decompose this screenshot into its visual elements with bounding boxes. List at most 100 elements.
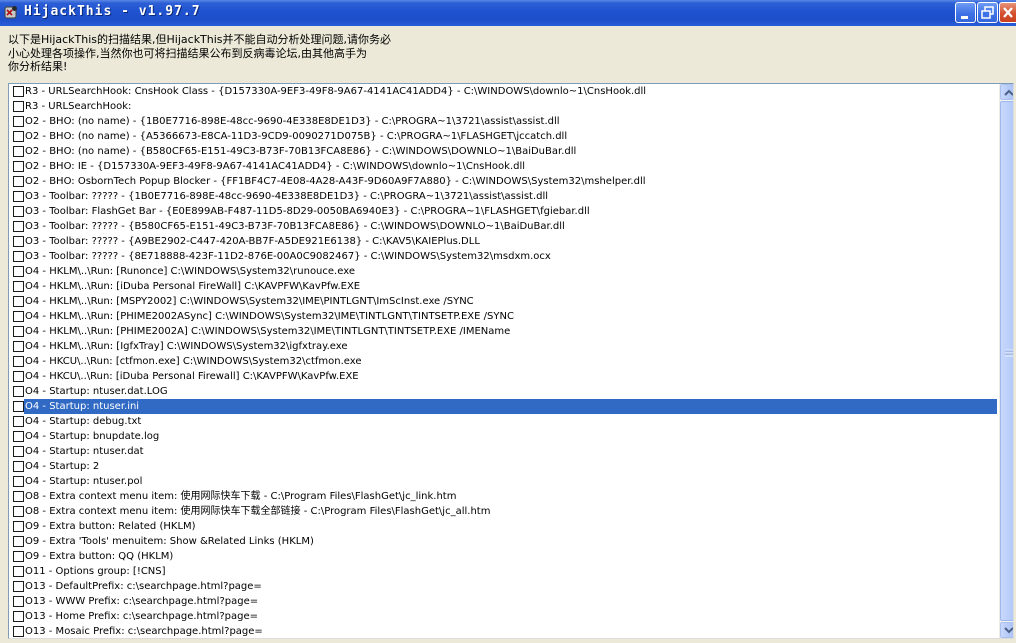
list-item[interactable]: O4 - HKLM\..\Run: [IgfxTray] C:\WINDOWS\… xyxy=(9,339,997,354)
item-label: O2 - BHO: (no name) - {A5366673-E8CA-11D… xyxy=(25,131,568,142)
item-checkbox[interactable] xyxy=(13,191,24,202)
list-item[interactable]: O11 - Options group: [!CNS] xyxy=(9,564,997,579)
item-checkbox[interactable] xyxy=(13,116,24,127)
item-checkbox[interactable] xyxy=(13,431,24,442)
list-item[interactable]: O3 - Toolbar: ????? - {A9BE2902-C447-420… xyxy=(9,234,997,249)
item-checkbox[interactable] xyxy=(13,386,24,397)
scroll-down-button[interactable] xyxy=(1000,622,1013,638)
item-checkbox[interactable] xyxy=(13,176,24,187)
list-item[interactable]: O4 - HKLM\..\Run: [PHIME2002ASync] C:\WI… xyxy=(9,309,997,324)
scroll-up-button[interactable] xyxy=(1000,84,1013,100)
list-item[interactable]: O8 - Extra context menu item: 使用网际快车下载全部… xyxy=(9,504,997,519)
item-label: O4 - HKLM\..\Run: [Runonce] C:\WINDOWS\S… xyxy=(25,266,355,277)
scroll-grip-icon xyxy=(1005,349,1013,357)
item-checkbox[interactable] xyxy=(13,206,24,217)
list-item[interactable]: O13 - Home Prefix: c:\searchpage.html?pa… xyxy=(9,609,997,624)
item-checkbox[interactable] xyxy=(13,566,24,577)
scroll-thumb[interactable] xyxy=(1000,101,1013,621)
list-item[interactable]: O4 - HKLM\..\Run: [iDuba Personal FireWa… xyxy=(9,279,997,294)
item-checkbox[interactable] xyxy=(13,341,24,352)
item-label: R3 - URLSearchHook: xyxy=(25,101,132,112)
list-item[interactable]: O13 - Mosaic Prefix: c:\searchpage.html?… xyxy=(9,624,997,638)
list-item[interactable]: O4 - HKCU\..\Run: [ctfmon.exe] C:\WINDOW… xyxy=(9,354,997,369)
item-checkbox[interactable] xyxy=(13,626,24,637)
vertical-scrollbar[interactable] xyxy=(999,84,1013,638)
item-checkbox[interactable] xyxy=(13,266,24,277)
item-label: O11 - Options group: [!CNS] xyxy=(25,566,166,577)
item-checkbox[interactable] xyxy=(13,86,24,97)
list-item[interactable]: O4 - HKLM\..\Run: [Runonce] C:\WINDOWS\S… xyxy=(9,264,997,279)
item-checkbox[interactable] xyxy=(13,446,24,457)
item-checkbox[interactable] xyxy=(13,461,24,472)
close-icon xyxy=(1003,7,1013,18)
list-item[interactable]: O9 - Extra button: QQ (HKLM) xyxy=(9,549,997,564)
item-checkbox[interactable] xyxy=(13,251,24,262)
item-label: O13 - Home Prefix: c:\searchpage.html?pa… xyxy=(25,611,258,622)
item-checkbox[interactable] xyxy=(13,131,24,142)
item-label: O8 - Extra context menu item: 使用网际快车下载 -… xyxy=(25,491,457,502)
item-checkbox[interactable] xyxy=(13,521,24,532)
list-item[interactable]: O2 - BHO: (no name) - {A5366673-E8CA-11D… xyxy=(9,129,997,144)
list-item[interactable]: R3 - URLSearchHook: CnsHook Class - {D15… xyxy=(9,84,997,99)
item-checkbox[interactable] xyxy=(13,161,24,172)
item-checkbox[interactable] xyxy=(13,236,24,247)
item-checkbox[interactable] xyxy=(13,506,24,517)
item-label: R3 - URLSearchHook: CnsHook Class - {D15… xyxy=(25,86,647,97)
list-item[interactable]: O2 - BHO: IE - {D157330A-9EF3-49F8-9A67-… xyxy=(9,159,997,174)
title-bar[interactable]: HijackThis - v1.97.7 xyxy=(0,0,1016,26)
item-checkbox[interactable] xyxy=(13,146,24,157)
list-item[interactable]: O9 - Extra button: Related (HKLM) xyxy=(9,519,997,534)
list-item[interactable]: O4 - HKCU\..\Run: [iDuba Personal Firewa… xyxy=(9,369,997,384)
list-item[interactable]: O4 - Startup: 2 xyxy=(9,459,997,474)
item-checkbox[interactable] xyxy=(13,281,24,292)
restore-button[interactable] xyxy=(977,2,998,23)
list-item[interactable]: O4 - Startup: bnupdate.log xyxy=(9,429,997,444)
list-item[interactable]: O4 - Startup: ntuser.pol xyxy=(9,474,997,489)
list-item[interactable]: O4 - Startup: debug.txt xyxy=(9,414,997,429)
scan-results-list[interactable]: R3 - URLSearchHook: CnsHook Class - {D15… xyxy=(8,83,1014,639)
list-item[interactable]: O3 - Toolbar: ????? - {1B0E7716-898E-48c… xyxy=(9,189,997,204)
list-item[interactable]: O4 - HKLM\..\Run: [PHIME2002A] C:\WINDOW… xyxy=(9,324,997,339)
list-item[interactable]: O2 - BHO: (no name) - {B580CF65-E151-49C… xyxy=(9,144,997,159)
list-item[interactable]: O3 - Toolbar: ????? - {B580CF65-E151-49C… xyxy=(9,219,997,234)
close-button[interactable] xyxy=(999,2,1016,23)
item-checkbox[interactable] xyxy=(13,371,24,382)
item-label: O4 - HKLM\..\Run: [MSPY2002] C:\WINDOWS\… xyxy=(25,296,474,307)
list-item[interactable]: O4 - Startup: ntuser.ini xyxy=(9,399,997,414)
list-item[interactable]: O2 - BHO: (no name) - {1B0E7716-898E-48c… xyxy=(9,114,997,129)
list-item[interactable]: O8 - Extra context menu item: 使用网际快车下载 -… xyxy=(9,489,997,504)
minimize-button[interactable] xyxy=(955,2,976,23)
item-checkbox[interactable] xyxy=(13,551,24,562)
list-item[interactable]: O4 - Startup: ntuser.dat.LOG xyxy=(9,384,997,399)
item-checkbox[interactable] xyxy=(13,581,24,592)
item-checkbox[interactable] xyxy=(13,491,24,502)
list-item[interactable]: O2 - BHO: OsbornTech Popup Blocker - {FF… xyxy=(9,174,997,189)
item-checkbox[interactable] xyxy=(13,326,24,337)
list-item[interactable]: O4 - HKLM\..\Run: [MSPY2002] C:\WINDOWS\… xyxy=(9,294,997,309)
list-item[interactable]: O3 - Toolbar: ????? - {8E718888-423F-11D… xyxy=(9,249,997,264)
item-checkbox[interactable] xyxy=(13,311,24,322)
item-checkbox[interactable] xyxy=(13,596,24,607)
item-checkbox[interactable] xyxy=(13,476,24,487)
item-checkbox[interactable] xyxy=(13,536,24,547)
list-item[interactable]: O9 - Extra 'Tools' menuitem: Show &Relat… xyxy=(9,534,997,549)
item-label: O9 - Extra button: Related (HKLM) xyxy=(25,521,196,532)
item-checkbox[interactable] xyxy=(13,101,24,112)
item-checkbox[interactable] xyxy=(13,401,24,412)
item-label: O3 - Toolbar: FlashGet Bar - {E0E899AB-F… xyxy=(25,206,590,217)
item-checkbox[interactable] xyxy=(13,416,24,427)
item-checkbox[interactable] xyxy=(13,221,24,232)
list-item[interactable]: O13 - WWW Prefix: c:\searchpage.html?pag… xyxy=(9,594,997,609)
item-label: O13 - WWW Prefix: c:\searchpage.html?pag… xyxy=(25,596,259,607)
list-item[interactable]: O3 - Toolbar: FlashGet Bar - {E0E899AB-F… xyxy=(9,204,997,219)
restore-icon xyxy=(981,6,994,19)
item-checkbox[interactable] xyxy=(13,296,24,307)
item-label: O3 - Toolbar: ????? - {B580CF65-E151-49C… xyxy=(25,221,565,232)
item-checkbox[interactable] xyxy=(13,611,24,622)
hijackthis-app-icon[interactable] xyxy=(3,4,19,20)
list-item[interactable]: O13 - DefaultPrefix: c:\searchpage.html?… xyxy=(9,579,997,594)
item-label: O3 - Toolbar: ????? - {A9BE2902-C447-420… xyxy=(25,236,480,247)
list-item[interactable]: O4 - Startup: ntuser.dat xyxy=(9,444,997,459)
item-checkbox[interactable] xyxy=(13,356,24,367)
list-item[interactable]: R3 - URLSearchHook: xyxy=(9,99,997,114)
